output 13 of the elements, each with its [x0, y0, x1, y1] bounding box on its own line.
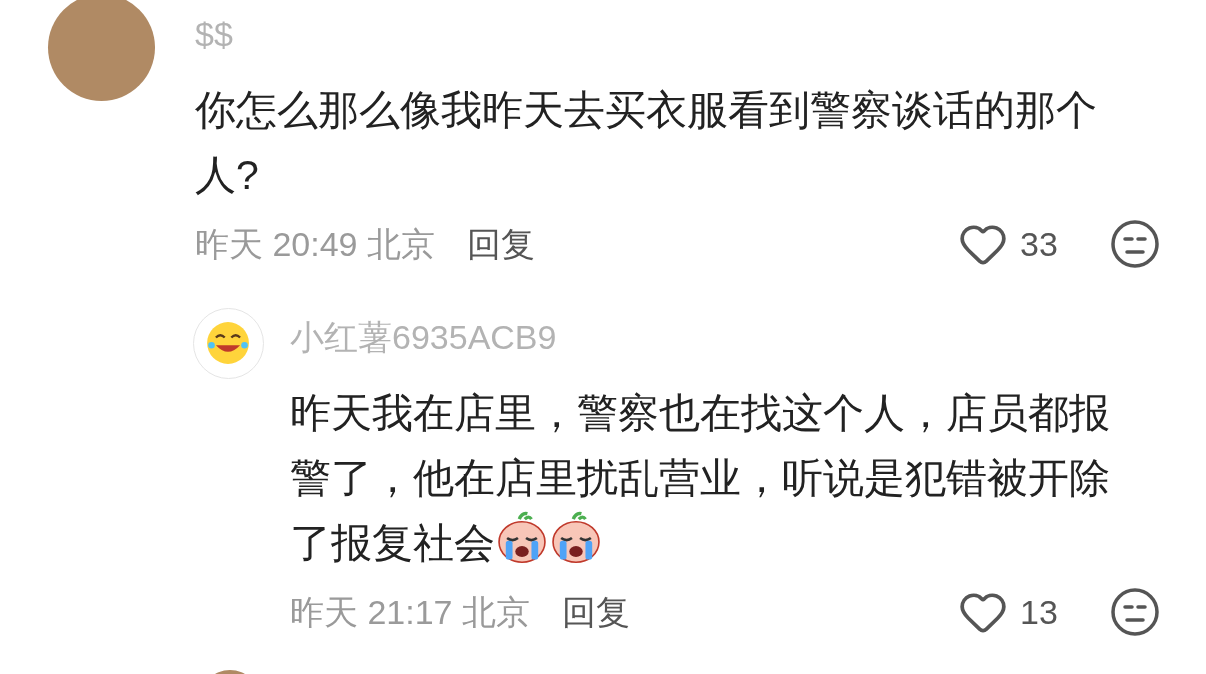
- face-icon[interactable]: [1110, 587, 1160, 637]
- comment-time: 昨天 21:17 北京: [290, 591, 530, 633]
- comment-text: 你怎么那么像我昨天去买衣服看到警察谈话的那个人?: [195, 86, 1098, 200]
- like-count: 13: [1020, 591, 1059, 633]
- reply-button[interactable]: 回复: [562, 586, 630, 638]
- laughing-face-icon: [206, 321, 251, 366]
- crying-face-icon: [549, 511, 603, 565]
- crying-face-icon: [495, 511, 549, 565]
- comment-text: 昨天我在店里，警察也在找这个人，店员都报警了，他在店里扰乱营业，听说是犯错被开除了报复社会: [290, 389, 1111, 568]
- comment-time: 昨天 20:49 北京: [195, 223, 435, 265]
- reply-button[interactable]: 回复: [467, 218, 535, 270]
- like-count: 33: [1020, 223, 1059, 265]
- face-icon[interactable]: [1110, 219, 1160, 269]
